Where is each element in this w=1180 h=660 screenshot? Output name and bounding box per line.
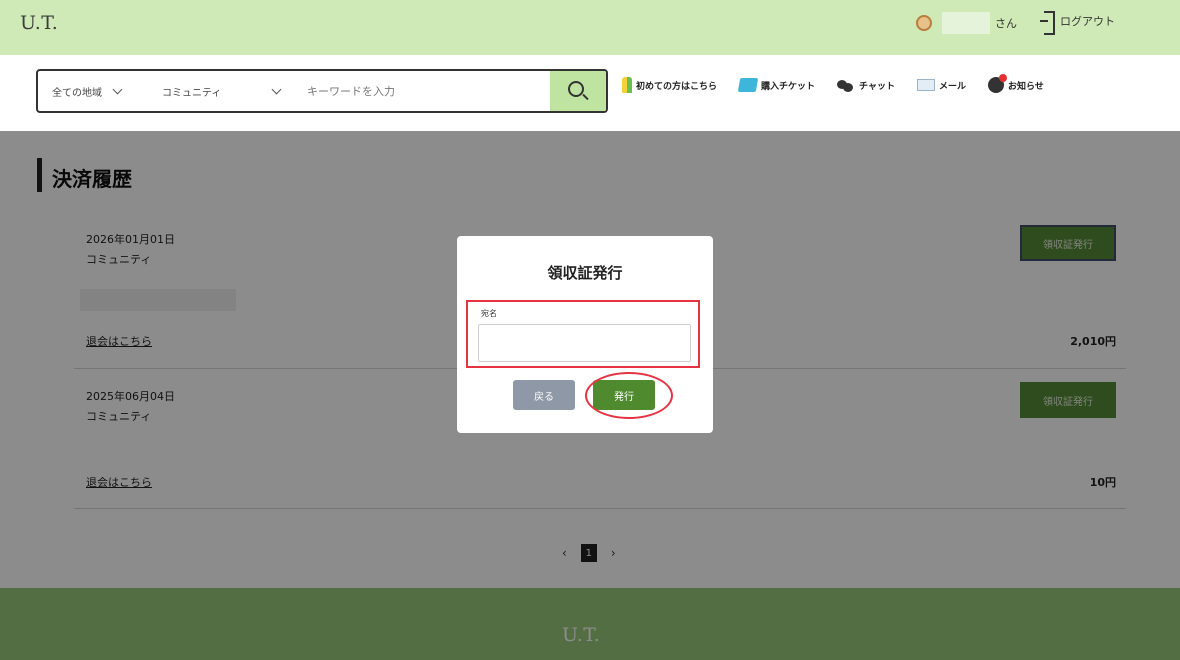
back-button[interactable]: 戻る: [513, 380, 575, 410]
search-bar: 全ての地域 コミュニティ: [36, 69, 608, 113]
chevron-down-icon: [271, 84, 282, 94]
beginner-icon: [622, 77, 632, 93]
nav-chat[interactable]: チャット: [837, 78, 895, 92]
chevron-down-icon: [112, 84, 123, 94]
keyword-input[interactable]: [303, 71, 553, 111]
nav-links: 初めての方はこちら 購入チケット チャット メール お知らせ: [622, 74, 1044, 93]
category-select[interactable]: コミュニティ: [148, 71, 303, 111]
logout-label: ログアウト: [1060, 15, 1115, 28]
nav-beginner-label: 初めての方はこちら: [636, 81, 718, 92]
nav-beginner[interactable]: 初めての方はこちら: [622, 77, 717, 93]
top-bar: U.T. さん ログアウト: [0, 0, 1180, 55]
chat-icon: [837, 78, 855, 92]
highlight-ellipse: [585, 372, 673, 419]
nav-mail[interactable]: メール: [916, 79, 966, 92]
search-button[interactable]: [550, 71, 606, 111]
addressee-label: 宛名: [481, 309, 497, 318]
region-select[interactable]: 全ての地域: [38, 71, 148, 111]
nav-chat-label: チャット: [859, 81, 895, 92]
modal-title: 領収証発行: [547, 264, 623, 282]
receipt-modal: 領収証発行 宛名 戻る 発行: [457, 236, 713, 433]
addressee-input[interactable]: [478, 324, 691, 362]
user-avatar-icon[interactable]: [916, 15, 932, 31]
logout-icon: [1040, 11, 1055, 35]
nav-notice-label: お知らせ: [1007, 81, 1044, 92]
mail-icon: [916, 79, 935, 91]
nav-bar: 全ての地域 コミュニティ 初めての方はこちら 購入チケット チャット メール: [0, 55, 1180, 131]
nav-ticket[interactable]: 購入チケット: [737, 78, 816, 92]
bell-icon: [987, 74, 1007, 93]
user-suffix: さん: [995, 17, 1017, 30]
search-icon: [568, 81, 584, 97]
nav-notice[interactable]: お知らせ: [987, 74, 1044, 93]
user-name: [942, 12, 990, 34]
region-select-value: 全ての地域: [52, 87, 102, 99]
nav-mail-label: メール: [938, 81, 966, 92]
ticket-icon: [737, 78, 759, 92]
header-logo[interactable]: U.T.: [20, 12, 58, 34]
category-select-value: コミュニティ: [162, 87, 222, 99]
logout-button[interactable]: ログアウト: [1040, 11, 1115, 35]
nav-ticket-label: 購入チケット: [761, 81, 816, 92]
